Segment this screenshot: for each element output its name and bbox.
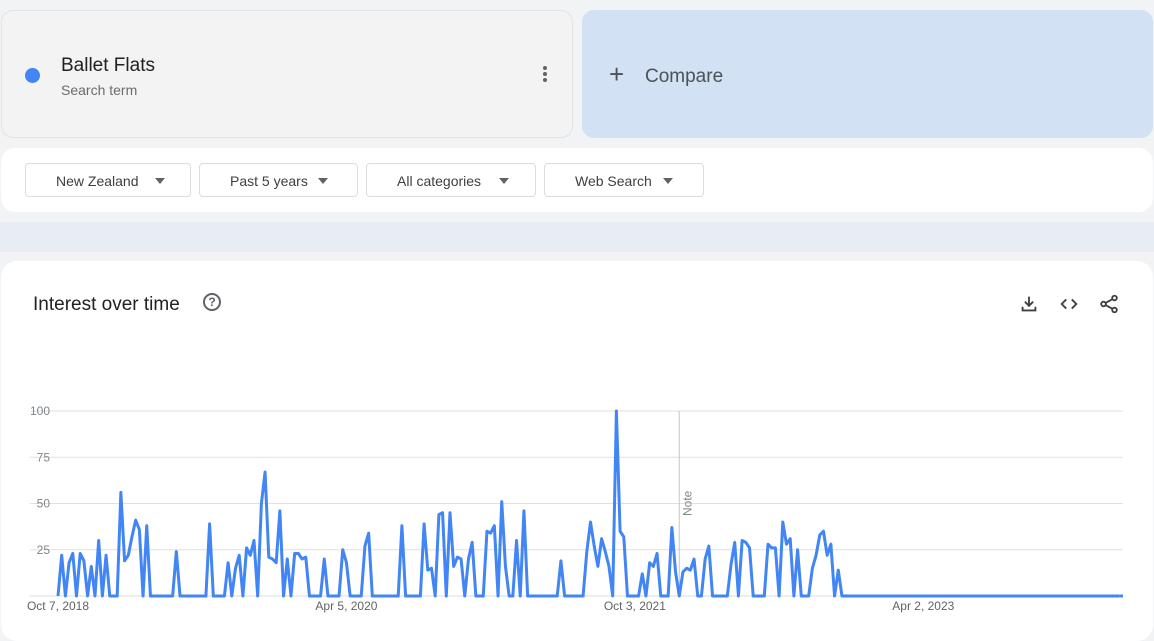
compare-button[interactable]: + Compare (582, 10, 1153, 138)
series-color-dot (25, 68, 40, 83)
time-range-filter-dropdown[interactable]: Past 5 years (199, 163, 358, 197)
chevron-down-icon (155, 178, 165, 184)
region-filter-label: New Zealand (56, 173, 139, 189)
chevron-down-icon (318, 178, 328, 184)
more-options-icon[interactable] (538, 66, 552, 88)
x-tick-label: Apr 2, 2023 (892, 599, 954, 613)
filter-bar: New Zealand Past 5 years All categories … (1, 148, 1153, 212)
search-term-name: Ballet Flats (61, 55, 155, 76)
x-tick-label: Oct 7, 2018 (27, 599, 89, 613)
interest-line-chart: 100 75 50 25 Oct 7, 2018 Apr 5, 2020 Oct 3, 20… (27, 404, 1123, 613)
chevron-down-icon (499, 178, 509, 184)
category-filter-label: All categories (397, 173, 482, 189)
category-filter-dropdown[interactable]: All categories (366, 163, 536, 197)
section-divider (0, 222, 1154, 252)
search-term-card[interactable]: Ballet Flats Search term (1, 10, 573, 138)
time-range-filter-label: Past 5 years (230, 173, 308, 189)
plus-icon: + (609, 59, 625, 89)
y-tick-label: 75 (37, 450, 51, 464)
y-tick-label: 50 (37, 497, 51, 511)
compare-label: Compare (645, 66, 724, 87)
interest-over-time-card: Interest over time ? 100 75 50 25 Oct 7, 201… (1, 261, 1153, 641)
search-term-subtitle: Search term (61, 82, 138, 98)
x-tick-label: Oct 3, 2021 (604, 599, 666, 613)
chevron-down-icon (663, 178, 673, 184)
search-type-filter-dropdown[interactable]: Web Search (544, 163, 704, 197)
y-tick-label: 100 (30, 404, 50, 418)
region-filter-dropdown[interactable]: New Zealand (25, 163, 191, 197)
search-type-filter-label: Web Search (575, 173, 652, 189)
note-annotation-label: Note (680, 490, 694, 516)
x-tick-label: Apr 5, 2020 (315, 599, 377, 613)
y-tick-label: 25 (37, 543, 51, 557)
